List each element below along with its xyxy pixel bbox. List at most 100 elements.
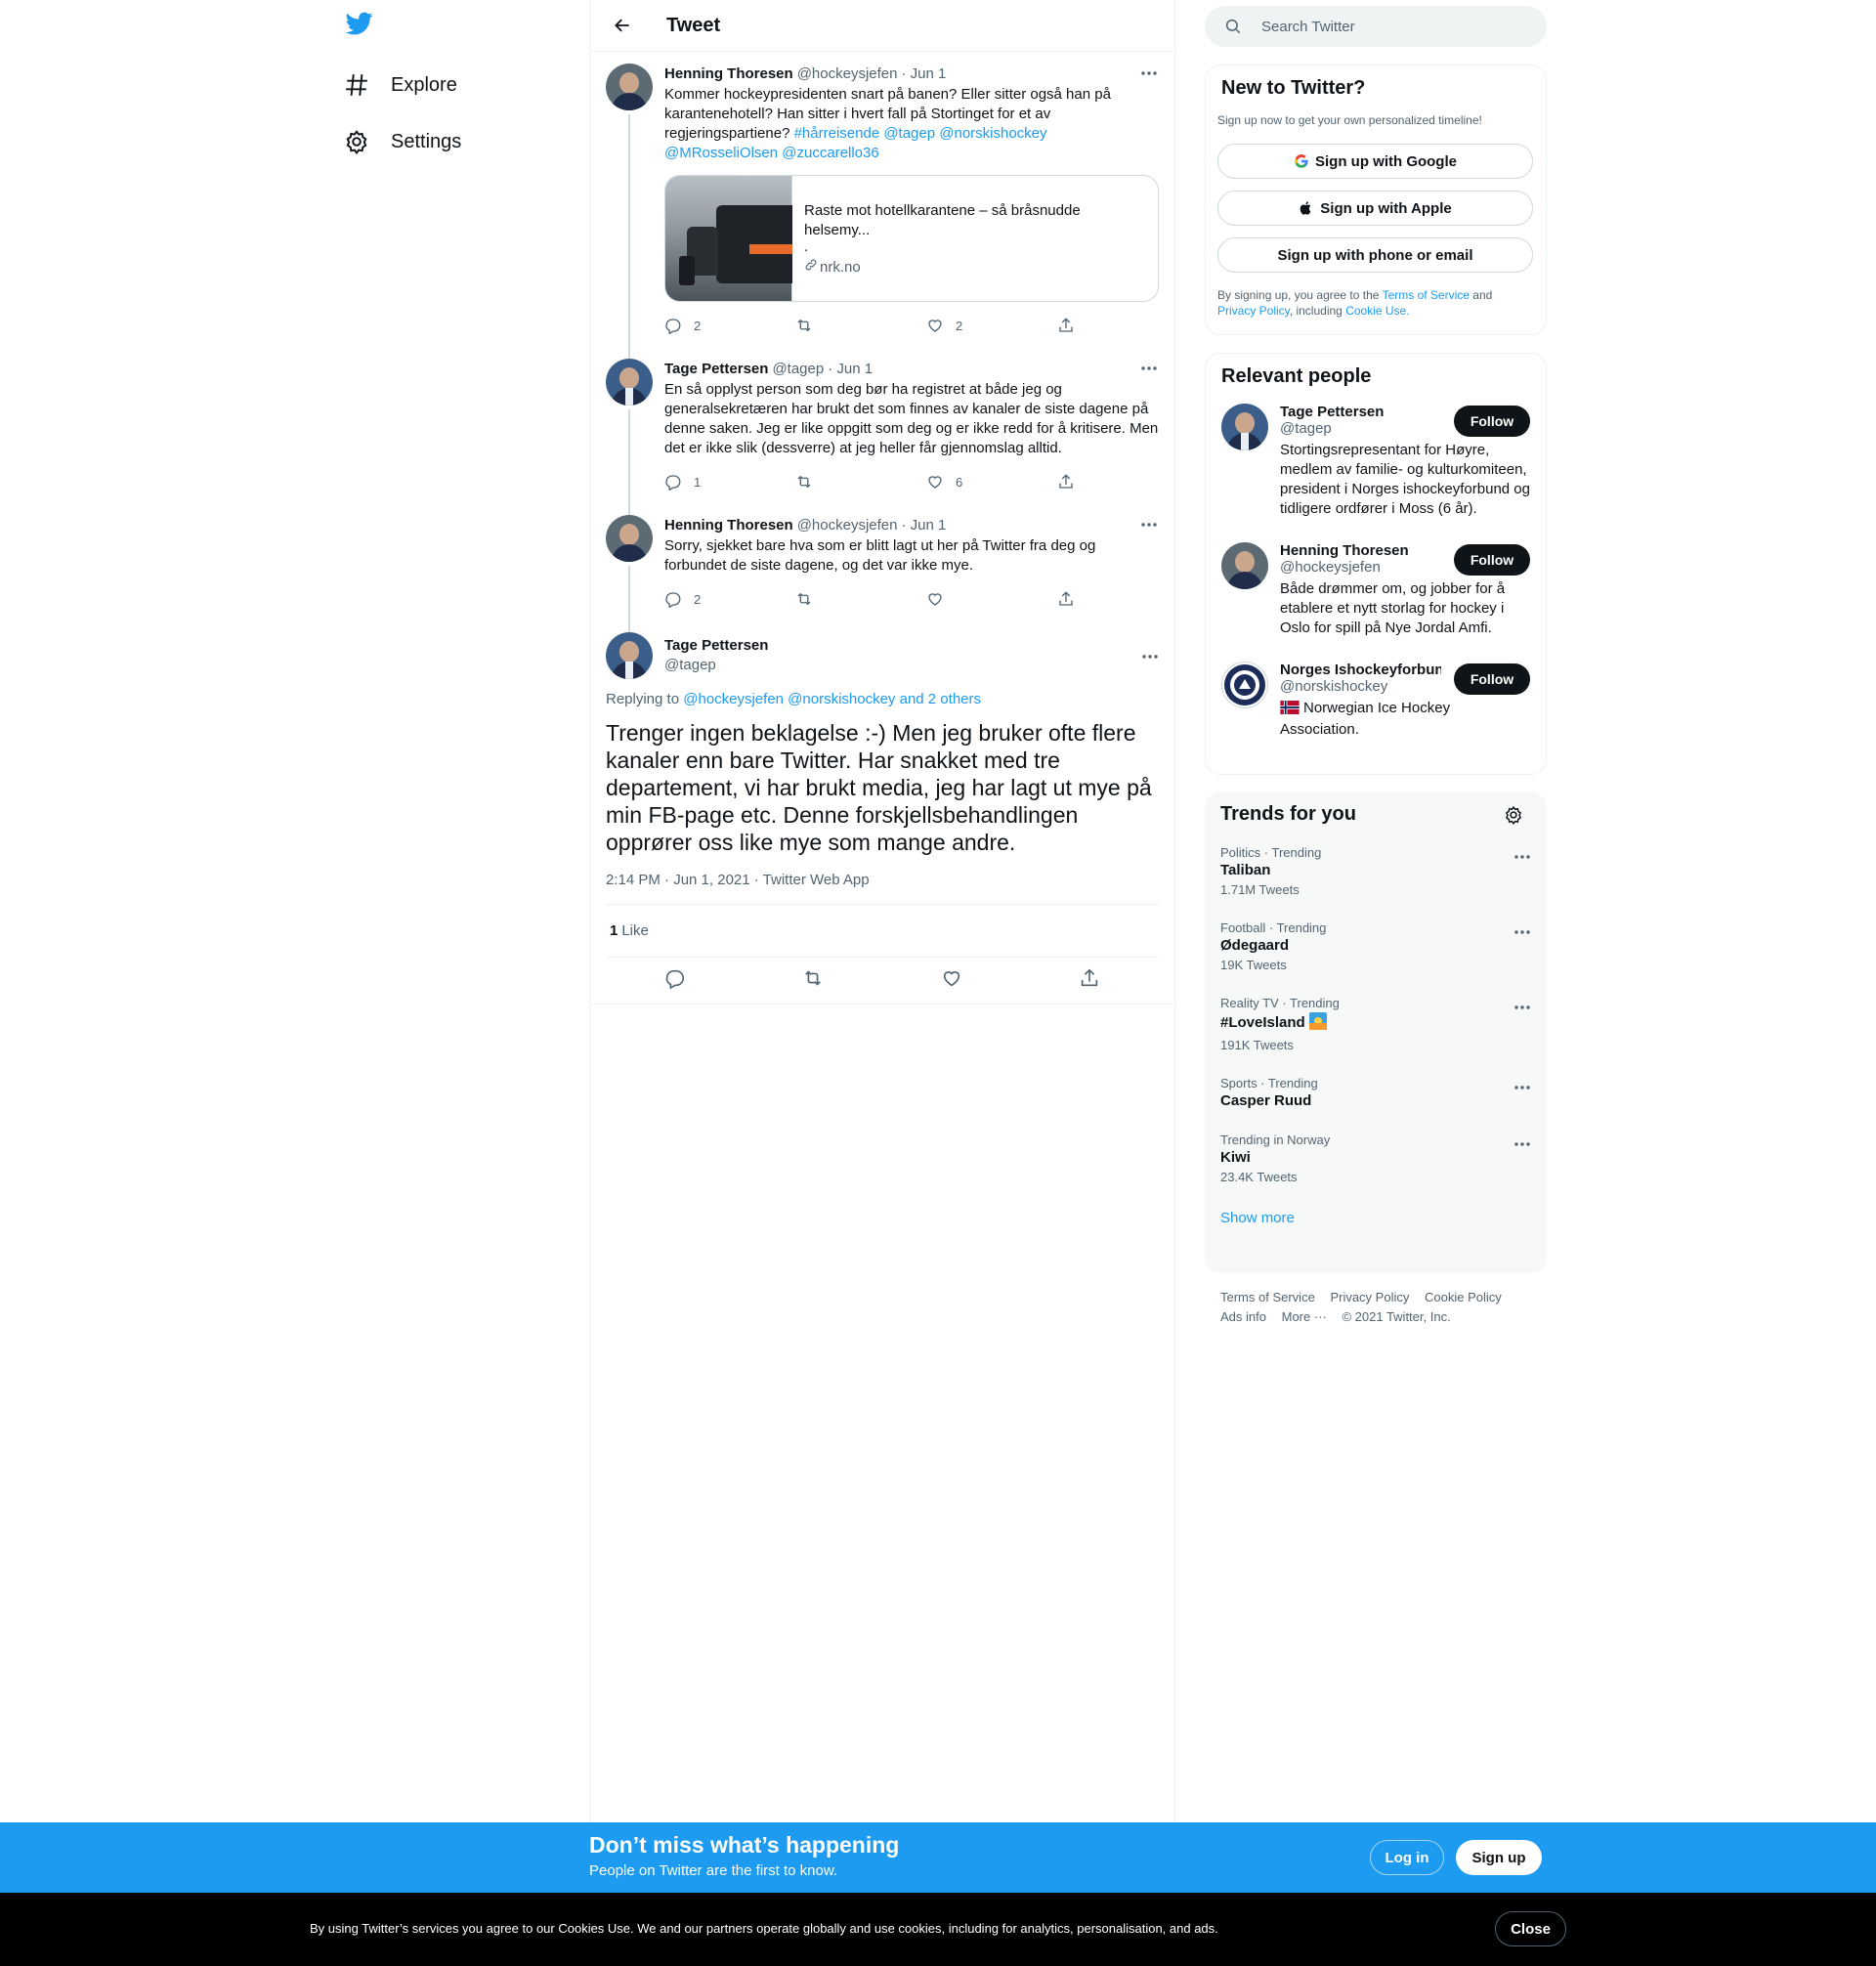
avatar[interactable] <box>1221 542 1268 589</box>
signup-button[interactable]: Sign up <box>1456 1840 1542 1875</box>
author-name[interactable]: Tage Pettersen <box>664 636 768 656</box>
reply-button[interactable]: 2 <box>664 317 795 334</box>
trend-count: 23.4K Tweets <box>1220 1170 1298 1184</box>
trend-item[interactable]: Trending in Norway Kiwi 23.4K Tweets <box>1205 1121 1547 1196</box>
search-icon <box>1225 19 1241 34</box>
cookie-link[interactable]: Cookie Use. <box>1345 304 1409 318</box>
nav-explore[interactable]: Explore <box>342 61 457 109</box>
reply-button[interactable]: 2 <box>664 590 795 608</box>
avatar[interactable] <box>606 359 653 406</box>
more-icon[interactable] <box>1514 1134 1531 1152</box>
like-button[interactable] <box>926 590 1057 608</box>
share-button[interactable] <box>1079 967 1100 994</box>
trend-item[interactable]: Sports · Trending Casper Ruud <box>1205 1064 1547 1121</box>
link-card[interactable]: Raste mot hotellkarantene – så bråsnudde… <box>664 175 1159 302</box>
heart-icon <box>943 971 959 987</box>
person-item[interactable]: Tage Pettersen @tagep Stortingsrepresent… <box>1206 392 1546 531</box>
trend-item[interactable]: Football · Trending Ødegaard 19K Tweets <box>1205 909 1547 984</box>
follow-button[interactable]: Follow <box>1454 663 1530 695</box>
login-button[interactable]: Log in <box>1370 1840 1444 1875</box>
footer-privacy-link[interactable]: Privacy Policy <box>1330 1288 1409 1307</box>
signup-google-button[interactable]: Sign up with Google <box>1217 144 1533 179</box>
author-name[interactable]: Henning Thoresen <box>664 517 793 534</box>
page-title: Tweet <box>666 14 721 36</box>
terms-link[interactable]: Terms of Service <box>1383 288 1470 302</box>
follow-button[interactable]: Follow <box>1454 406 1530 437</box>
retweet-button[interactable] <box>795 317 926 334</box>
author-name[interactable]: Henning Thoresen <box>664 65 793 82</box>
tweet-text: En så opplyst person som deg bør ha regi… <box>664 381 1159 456</box>
avatar[interactable] <box>1221 404 1268 450</box>
thread-tweet-3[interactable]: Henning Thoresen @hockeysjefen · Jun 1 S… <box>590 503 1174 634</box>
retweet-button[interactable] <box>802 967 824 994</box>
signup-apple-button[interactable]: Sign up with Apple <box>1217 191 1533 226</box>
reply-button[interactable]: 1 <box>664 473 795 491</box>
signup-phone-button[interactable]: Sign up with phone or email <box>1217 237 1533 273</box>
nav-settings[interactable]: Settings <box>342 117 461 166</box>
back-arrow-icon[interactable] <box>606 9 639 42</box>
like-button[interactable] <box>941 967 962 994</box>
trend-item[interactable]: Politics · Trending Taliban 1.71M Tweets <box>1205 833 1547 909</box>
author-handle[interactable]: @tagep <box>772 361 824 377</box>
avatar[interactable] <box>606 515 653 562</box>
trend-count: 191K Tweets <box>1220 1038 1294 1052</box>
more-icon[interactable] <box>1514 998 1531 1015</box>
more-icon[interactable] <box>1514 1078 1531 1095</box>
author-handle[interactable]: @tagep <box>664 656 768 675</box>
likes-summary[interactable]: 1 Like <box>606 905 1159 958</box>
retweet-button[interactable] <box>795 473 926 491</box>
cookie-banner: By using Twitter’s services you agree to… <box>0 1893 1876 1966</box>
close-button[interactable]: Close <box>1495 1911 1566 1946</box>
trend-name: Kiwi <box>1220 1149 1251 1166</box>
like-count: 1 <box>610 922 618 939</box>
trend-item[interactable]: Reality TV · Trending #LoveIsland 191K T… <box>1205 984 1547 1064</box>
like-button[interactable]: 6 <box>926 473 1057 491</box>
card-description: . <box>804 238 809 255</box>
reply-button[interactable] <box>664 967 686 994</box>
federation-logo[interactable] <box>1221 662 1268 708</box>
person-name[interactable]: Norges Ishockeyforbund <box>1280 662 1441 678</box>
like-button[interactable]: 2 <box>926 317 1057 334</box>
person-item[interactable]: Henning Thoresen @hockeysjefen Både drøm… <box>1206 531 1546 650</box>
more-icon[interactable] <box>1514 847 1531 865</box>
author-name[interactable]: Tage Pettersen <box>664 361 768 377</box>
share-button[interactable] <box>1057 473 1087 491</box>
more-icon[interactable] <box>1139 522 1159 528</box>
tweet-text: Kommer hockeypresidenten snart på banen?… <box>664 85 1159 163</box>
avatar[interactable] <box>606 64 653 110</box>
follow-button[interactable]: Follow <box>1454 544 1530 576</box>
tweet-actions <box>590 958 1174 1004</box>
show-more-link[interactable]: Show more <box>1220 1210 1295 1226</box>
footer-terms-link[interactable]: Terms of Service <box>1220 1288 1315 1307</box>
privacy-link[interactable]: Privacy Policy <box>1217 304 1290 318</box>
footer-ads-link[interactable]: Ads info <box>1220 1307 1266 1327</box>
tweet-actions: 1 6 <box>664 466 1159 497</box>
author-handle[interactable]: @hockeysjefen <box>797 517 898 534</box>
share-button[interactable] <box>1057 590 1087 608</box>
gear-icon[interactable] <box>1504 805 1523 830</box>
person-item[interactable]: Norges Ishockeyforbund @norskishockey No… <box>1206 650 1546 751</box>
tweet-timestamp[interactable]: 2:14 PM · Jun 1, 2021 · Twitter Web App <box>606 872 1159 905</box>
footer-cookie-link[interactable]: Cookie Policy <box>1425 1288 1502 1307</box>
twitter-logo-icon[interactable] <box>345 10 380 45</box>
retweet-button[interactable] <box>795 590 926 608</box>
author-handle[interactable]: @hockeysjefen <box>797 65 898 82</box>
thread-tweet-1[interactable]: Henning Thoresen @hockeysjefen · Jun 1 K… <box>590 52 1174 361</box>
thread-tweet-2[interactable]: Tage Pettersen @tagep · Jun 1 En så oppl… <box>590 347 1174 517</box>
tweet-date[interactable]: · Jun 1 <box>828 361 873 377</box>
more-icon[interactable] <box>1514 922 1531 940</box>
more-icon[interactable] <box>1141 647 1159 664</box>
tweet-date[interactable]: · Jun 1 <box>901 65 946 82</box>
share-button[interactable] <box>1057 317 1087 334</box>
more-icon[interactable] <box>1139 365 1159 371</box>
search-input[interactable]: Search Twitter <box>1205 6 1547 47</box>
replying-links[interactable]: @hockeysjefen @norskishockey and 2 other… <box>683 691 981 707</box>
person-name[interactable]: Henning Thoresen <box>1280 542 1441 559</box>
thread-line <box>628 114 630 361</box>
tweet-date[interactable]: · Jun 1 <box>901 517 946 534</box>
avatar[interactable] <box>606 632 653 679</box>
person-name[interactable]: Tage Pettersen <box>1280 404 1441 420</box>
footer-more-link[interactable]: More ··· <box>1282 1307 1327 1327</box>
search-placeholder: Search Twitter <box>1261 18 1355 35</box>
more-icon[interactable] <box>1139 70 1159 76</box>
